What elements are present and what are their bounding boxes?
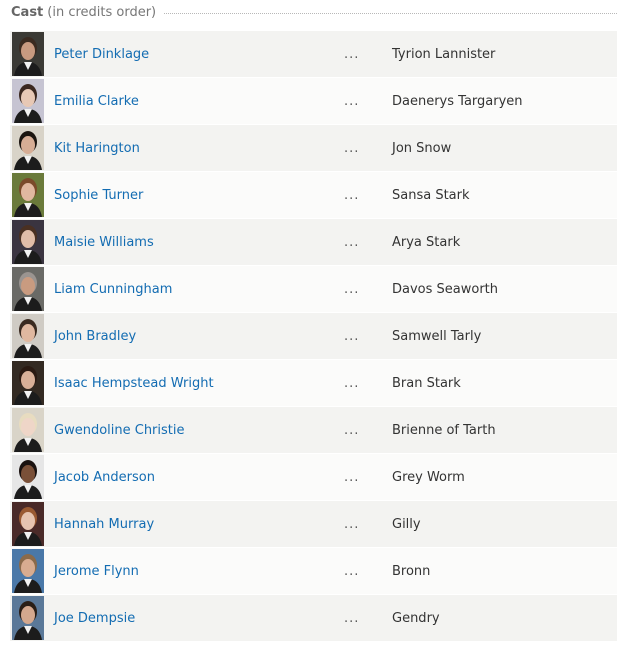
ellipsis-separator: ... [344, 281, 360, 297]
actor-photo[interactable] [12, 126, 44, 170]
character-name: Davos Seaworth [392, 281, 499, 297]
actor-name-link[interactable]: Kit Harington [54, 141, 344, 156]
cast-row: Hannah Murray... Gilly [10, 501, 617, 548]
ellipsis-separator: ... [344, 375, 360, 391]
actor-photo[interactable] [12, 408, 44, 452]
ellipsis-separator: ... [344, 187, 360, 203]
character-name: Brienne of Tarth [392, 422, 496, 438]
cast-row: Kit Harington... Jon Snow [10, 125, 617, 172]
actor-name-link[interactable]: Gwendoline Christie [54, 423, 344, 438]
actor-name-link[interactable]: Peter Dinklage [54, 47, 344, 62]
ellipsis-separator: ... [344, 516, 360, 532]
actor-name-link[interactable]: Isaac Hempstead Wright [54, 376, 344, 391]
character-name: Daenerys Targaryen [392, 93, 523, 109]
cast-row: John Bradley... Samwell Tarly [10, 313, 617, 360]
ellipsis-separator: ... [344, 140, 360, 156]
actor-photo[interactable] [12, 220, 44, 264]
actor-photo[interactable] [12, 173, 44, 217]
actor-name-link[interactable]: Maisie Williams [54, 235, 344, 250]
character-name: Gendry [392, 610, 440, 626]
actor-name-link[interactable]: John Bradley [54, 329, 344, 344]
cast-list: Peter Dinklage... Tyrion Lannister Emilia … [10, 31, 617, 642]
actor-name-link[interactable]: Jacob Anderson [54, 470, 344, 485]
ellipsis-separator: ... [344, 328, 360, 344]
actor-name-link[interactable]: Hannah Murray [54, 517, 344, 532]
actor-name-link[interactable]: Sophie Turner [54, 188, 344, 203]
character-name: Bronn [392, 563, 431, 579]
ellipsis-separator: ... [344, 46, 360, 62]
cast-row: Gwendoline Christie... Brienne of Tarth [10, 407, 617, 454]
cast-row: Joe Dempsie... Gendry [10, 595, 617, 642]
actor-name-link[interactable]: Joe Dempsie [54, 611, 344, 626]
character-name: Sansa Stark [392, 187, 470, 203]
ellipsis-separator: ... [344, 93, 360, 109]
cast-row: Sophie Turner... Sansa Stark [10, 172, 617, 219]
character-name: Tyrion Lannister [392, 46, 496, 62]
actor-name-link[interactable]: Jerome Flynn [54, 564, 344, 579]
actor-photo[interactable] [12, 549, 44, 593]
ellipsis-separator: ... [344, 563, 360, 579]
actor-name-link[interactable]: Emilia Clarke [54, 94, 344, 109]
cast-row: Liam Cunningham... Davos Seaworth [10, 266, 617, 313]
ellipsis-separator: ... [344, 610, 360, 626]
cast-subtitle: (in credits order) [47, 4, 157, 20]
cast-header: Cast (in credits order) [0, 0, 617, 24]
cast-title: Cast [11, 4, 44, 20]
character-name: Grey Worm [392, 469, 465, 485]
character-name: Bran Stark [392, 375, 461, 391]
cast-row: Jacob Anderson... Grey Worm [10, 454, 617, 501]
actor-photo[interactable] [12, 455, 44, 499]
actor-photo[interactable] [12, 314, 44, 358]
actor-photo[interactable] [12, 267, 44, 311]
actor-photo[interactable] [12, 32, 44, 76]
actor-photo[interactable] [12, 79, 44, 123]
character-name: Arya Stark [392, 234, 461, 250]
cast-row: Maisie Williams... Arya Stark [10, 219, 617, 266]
character-name: Gilly [392, 516, 421, 532]
cast-row: Emilia Clarke... Daenerys Targaryen [10, 78, 617, 125]
cast-row: Peter Dinklage... Tyrion Lannister [10, 31, 617, 78]
ellipsis-separator: ... [344, 469, 360, 485]
actor-photo[interactable] [12, 596, 44, 640]
actor-photo[interactable] [12, 502, 44, 546]
actor-photo[interactable] [12, 361, 44, 405]
actor-name-link[interactable]: Liam Cunningham [54, 282, 344, 297]
header-divider [164, 12, 617, 14]
ellipsis-separator: ... [344, 422, 360, 438]
ellipsis-separator: ... [344, 234, 360, 250]
character-name: Samwell Tarly [392, 328, 482, 344]
cast-row: Isaac Hempstead Wright... Bran Stark [10, 360, 617, 407]
cast-row: Jerome Flynn... Bronn [10, 548, 617, 595]
character-name: Jon Snow [392, 140, 452, 156]
